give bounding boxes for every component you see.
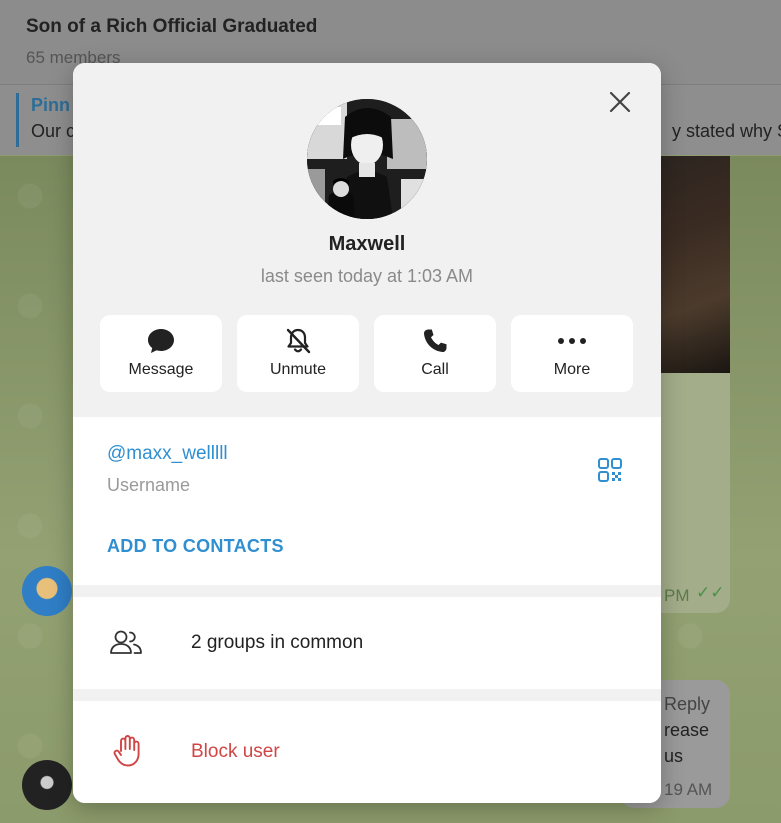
chat-bubble-icon	[148, 329, 174, 353]
phone-icon	[423, 329, 447, 353]
sender-avatar-2[interactable]	[22, 760, 72, 810]
read-check-icon: ✓✓	[696, 583, 725, 602]
message-button-label: Message	[128, 361, 194, 378]
qr-code-button[interactable]	[597, 457, 627, 487]
profile-header: Maxwell last seen today at 1:03 AM Messa…	[73, 63, 661, 417]
last-seen-status: last seen today at 1:03 AM	[260, 266, 474, 286]
username-label: Username	[107, 475, 191, 495]
section-divider	[73, 585, 661, 597]
pinned-text-start: Our c	[31, 121, 76, 141]
pinned-text-end: y stated why S	[672, 121, 781, 141]
message-text-line-1: rease	[664, 720, 710, 740]
user-info-modal: Maxwell last seen today at 1:03 AM Messa…	[73, 63, 661, 803]
profile-actions: Message Unmute Call More	[100, 315, 633, 392]
groups-in-common-row[interactable]: 2 groups in common	[73, 597, 661, 689]
more-button-label: More	[553, 361, 591, 378]
users-icon	[110, 630, 142, 654]
call-button-label: Call	[421, 361, 449, 378]
anime-avatar-icon	[307, 99, 427, 219]
qr-code-icon	[598, 458, 622, 482]
sender-avatar[interactable]	[22, 566, 72, 616]
bell-off-icon	[286, 328, 311, 354]
unmute-button[interactable]: Unmute	[237, 315, 359, 392]
pinned-accent-bar	[16, 93, 19, 147]
username-section: @maxx_welllll Username ADD TO CONTACTS	[73, 417, 661, 585]
close-button[interactable]	[605, 87, 635, 117]
reply-label: Reply	[664, 694, 711, 714]
username-value[interactable]: @maxx_welllll	[107, 443, 228, 465]
hand-stop-icon	[113, 735, 140, 767]
message-time-2: 19 AM	[664, 780, 713, 799]
call-button[interactable]: Call	[374, 315, 496, 392]
message-time: PM	[664, 586, 690, 605]
add-to-contacts-button[interactable]: ADD TO CONTACTS	[107, 536, 284, 557]
profile-name: Maxwell	[328, 233, 406, 255]
message-button[interactable]: Message	[100, 315, 222, 392]
block-user-label: Block user	[191, 741, 280, 762]
avatar[interactable]	[307, 99, 427, 219]
chat-title[interactable]: Son of a Rich Official Graduated	[26, 16, 317, 38]
section-divider-2	[73, 689, 661, 701]
more-button[interactable]: More	[511, 315, 633, 392]
pinned-label: Pinn	[31, 95, 70, 115]
more-dots-icon	[558, 338, 586, 344]
unmute-button-label: Unmute	[269, 361, 327, 378]
block-user-row[interactable]: Block user	[73, 701, 661, 803]
close-icon	[609, 91, 631, 113]
groups-in-common-label: 2 groups in common	[191, 632, 364, 653]
message-text-line-2: us	[664, 746, 684, 766]
